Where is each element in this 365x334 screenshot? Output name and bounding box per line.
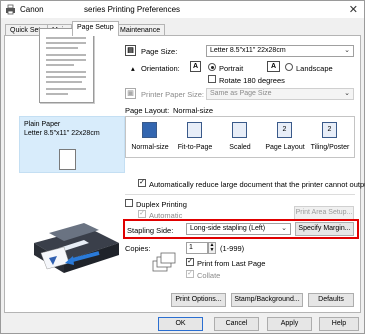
landscape-label: Landscape <box>296 64 333 73</box>
fit-to-page-icon <box>187 122 202 138</box>
auto-reduce-label: Automatically reduce large document that… <box>149 180 365 189</box>
chevron-down-icon: ⌄ <box>344 47 350 54</box>
layout-scaled[interactable]: Scaled <box>218 119 262 156</box>
layout-page-layout-label: Page Layout <box>265 144 305 151</box>
layout-fit-to-page-label: Fit-to-Page <box>177 144 213 151</box>
printer-paper-size-select[interactable]: Same as Page Size ⌄ <box>206 88 354 100</box>
cancel-button[interactable]: Cancel <box>214 317 259 331</box>
divider <box>125 194 355 195</box>
normal-size-icon <box>142 122 157 138</box>
copies-input[interactable]: 1 <box>186 242 208 254</box>
duplex-printing-label: Duplex Printing <box>136 200 187 209</box>
ok-button[interactable]: OK <box>158 317 203 331</box>
print-area-setup-button[interactable]: Print Area Setup... <box>294 206 354 220</box>
orientation-pin-icon: ▴ <box>131 64 135 73</box>
layout-tiling-poster[interactable]: 2 Tiling/Poster <box>308 119 352 156</box>
stapling-side-label: Stapling Side: <box>127 226 174 235</box>
paper-type-text: Plain Paper <box>24 121 61 128</box>
layout-scaled-label: Scaled <box>229 144 251 151</box>
close-icon[interactable]: ✕ <box>349 3 358 16</box>
chevron-down-icon: ⌄ <box>344 90 350 97</box>
printing-preferences-window: Canon series Printing Preferences ✕ Quic… <box>0 0 365 334</box>
chevron-down-icon: ⌄ <box>281 225 287 232</box>
stapling-side-value: Long-side stapling (Left) <box>190 225 266 232</box>
copies-label: Copies: <box>125 244 151 253</box>
page-layout-label: Page Layout: <box>125 106 170 115</box>
printer-paper-size-label: Printer Paper Size: <box>141 90 204 99</box>
paper-icon <box>59 149 76 170</box>
print-options-button[interactable]: Print Options... <box>171 293 226 307</box>
print-from-last-page-label: Print from Last Page <box>197 259 266 268</box>
stapling-side-select[interactable]: Long-side stapling (Left) ⌄ <box>186 223 291 235</box>
stamp-background-button[interactable]: Stamp/Background... <box>231 293 303 307</box>
automatic-checkbox[interactable]: ✓ <box>138 210 146 218</box>
copies-spinner[interactable]: ▲ ▼ <box>208 242 216 254</box>
printer-illustration-icon <box>34 223 119 273</box>
landscape-a-icon: A <box>267 61 280 72</box>
duplex-printing-checkbox[interactable] <box>125 199 133 207</box>
collate-checkbox[interactable]: ✓ <box>186 270 194 278</box>
portrait-radio[interactable] <box>208 63 216 71</box>
apply-button[interactable]: Apply <box>267 317 312 331</box>
orientation-label: Orientation: <box>141 64 180 73</box>
printer-paper-icon: ▣ <box>125 88 136 99</box>
print-from-last-page-checkbox[interactable]: ✓ <box>186 258 194 266</box>
layout-tiling-poster-label: Tiling/Poster <box>310 144 350 151</box>
copies-stack-icon <box>152 252 176 272</box>
specify-margin-button[interactable]: Specify Margin... <box>295 222 354 236</box>
paper-size-text: Letter 8.5"x11" 22x28cm <box>24 130 100 137</box>
page-layout-value: Normal-size <box>173 106 214 115</box>
rotate-180-checkbox[interactable] <box>208 75 216 83</box>
layout-page-layout[interactable]: 2 Page Layout <box>263 119 307 156</box>
page-size-icon: ▤ <box>125 45 136 56</box>
printer-paper-size-value: Same as Page Size <box>210 90 272 97</box>
preview-area: Plain Paper Letter 8.5"x11" 22x28cm <box>11 13 125 283</box>
tab-page-setup[interactable]: Page Setup <box>72 21 119 36</box>
rotate-180-label: Rotate 180 degrees <box>219 76 285 85</box>
help-button[interactable]: Help <box>319 317 359 331</box>
scaled-icon <box>232 122 247 138</box>
tiling-poster-icon: 2 <box>322 122 337 138</box>
defaults-button[interactable]: Defaults <box>308 293 354 307</box>
copies-range: (1-999) <box>220 244 245 253</box>
layout-normal-size-label: Normal-size <box>131 144 169 151</box>
page-size-value: Letter 8.5"x11" 22x28cm <box>210 47 286 54</box>
page-layout-options: Normal-size Fit-to-Page Scaled 2 Page La… <box>125 116 355 158</box>
page-layout-icon: 2 <box>277 122 292 138</box>
portrait-label: Portrait <box>219 64 244 73</box>
layout-fit-to-page[interactable]: Fit-to-Page <box>173 119 217 156</box>
page-size-label: Page Size: <box>141 47 178 56</box>
auto-reduce-checkbox[interactable]: ✓ <box>138 179 146 187</box>
page-size-select[interactable]: Letter 8.5"x11" 22x28cm ⌄ <box>206 45 354 57</box>
page-preview-thumbnail <box>39 28 94 103</box>
layout-normal-size[interactable]: Normal-size <box>128 119 172 156</box>
landscape-radio[interactable] <box>285 63 293 71</box>
portrait-a-icon: A <box>190 61 201 72</box>
collate-label: Collate <box>197 271 221 280</box>
